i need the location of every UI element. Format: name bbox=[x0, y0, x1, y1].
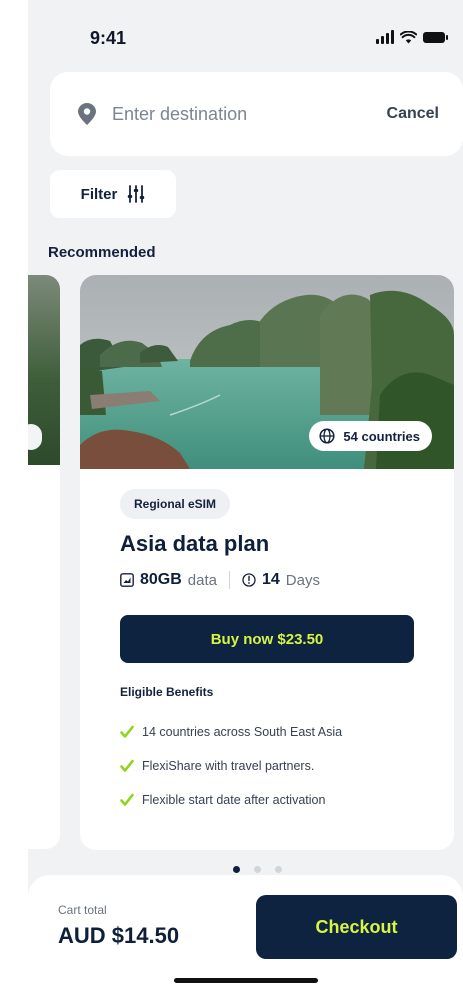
days-unit: Days bbox=[285, 571, 320, 589]
status-icons bbox=[376, 30, 448, 44]
check-icon bbox=[120, 725, 134, 738]
location-pin-icon bbox=[78, 103, 96, 125]
benefits-title: Eligible Benefits bbox=[120, 685, 214, 699]
section-title: Recommended bbox=[48, 244, 156, 261]
search-bar: Cancel bbox=[50, 72, 463, 156]
home-indicator[interactable] bbox=[174, 978, 318, 983]
checkout-button[interactable]: Checkout bbox=[256, 895, 457, 959]
plan-title: Asia data plan bbox=[120, 531, 270, 556]
destination-input[interactable] bbox=[112, 103, 387, 125]
benefit-item: Flexible start date after activation bbox=[120, 783, 342, 817]
wifi-icon bbox=[400, 30, 417, 43]
pagination-dot[interactable] bbox=[275, 866, 282, 873]
days-amount: 14 bbox=[262, 571, 280, 588]
spec-divider bbox=[229, 571, 230, 589]
previous-plan-card[interactable] bbox=[28, 275, 60, 849]
data-chart-icon bbox=[120, 573, 134, 587]
carousel-pagination bbox=[233, 866, 282, 873]
globe-icon bbox=[319, 428, 335, 444]
cancel-button[interactable]: Cancel bbox=[387, 105, 439, 123]
buy-now-button[interactable]: Buy now $23.50 bbox=[120, 615, 414, 663]
battery-icon bbox=[423, 31, 448, 43]
plan-card-image: 54 countries bbox=[80, 275, 454, 469]
plan-specs: 80GB data 14 Days bbox=[120, 571, 320, 589]
plan-type-tag: Regional eSIM bbox=[120, 489, 231, 519]
filter-button[interactable]: Filter bbox=[50, 170, 176, 218]
data-unit: data bbox=[187, 571, 217, 589]
data-amount: 80GB bbox=[140, 571, 182, 588]
clock-icon bbox=[242, 573, 256, 587]
cart-total-label: Cart total bbox=[58, 903, 107, 917]
cart-total-value: AUD $14.50 bbox=[58, 923, 180, 948]
benefit-item: FlexiShare with travel partners. bbox=[120, 749, 342, 783]
benefit-item: 14 countries across South East Asia bbox=[120, 715, 342, 749]
benefit-text: 14 countries across South East Asia bbox=[142, 725, 343, 739]
plan-card[interactable]: 54 countries Regional eSIM Asia data pla… bbox=[80, 275, 454, 850]
benefit-text: FlexiShare with travel partners. bbox=[142, 759, 315, 773]
check-icon bbox=[120, 793, 134, 806]
left-margin bbox=[0, 0, 28, 992]
status-time: 9:41 bbox=[90, 28, 127, 48]
app-screen: 9:41 Cancel Filter Recommended bbox=[28, 0, 463, 992]
pagination-dot[interactable] bbox=[254, 866, 261, 873]
signal-icon bbox=[376, 30, 394, 44]
benefit-text: Flexible start date after activation bbox=[142, 793, 326, 807]
check-icon bbox=[120, 759, 134, 772]
cart-bar: Cart total AUD $14.50 Checkout bbox=[28, 875, 463, 992]
filter-sliders-icon bbox=[128, 185, 145, 203]
pagination-dot[interactable] bbox=[233, 866, 240, 873]
filter-label: Filter bbox=[80, 185, 118, 203]
countries-badge: 54 countries bbox=[309, 421, 432, 451]
benefits-list: 14 countries across South East Asia Flex… bbox=[120, 715, 342, 817]
countries-count: 54 countries bbox=[343, 428, 420, 444]
